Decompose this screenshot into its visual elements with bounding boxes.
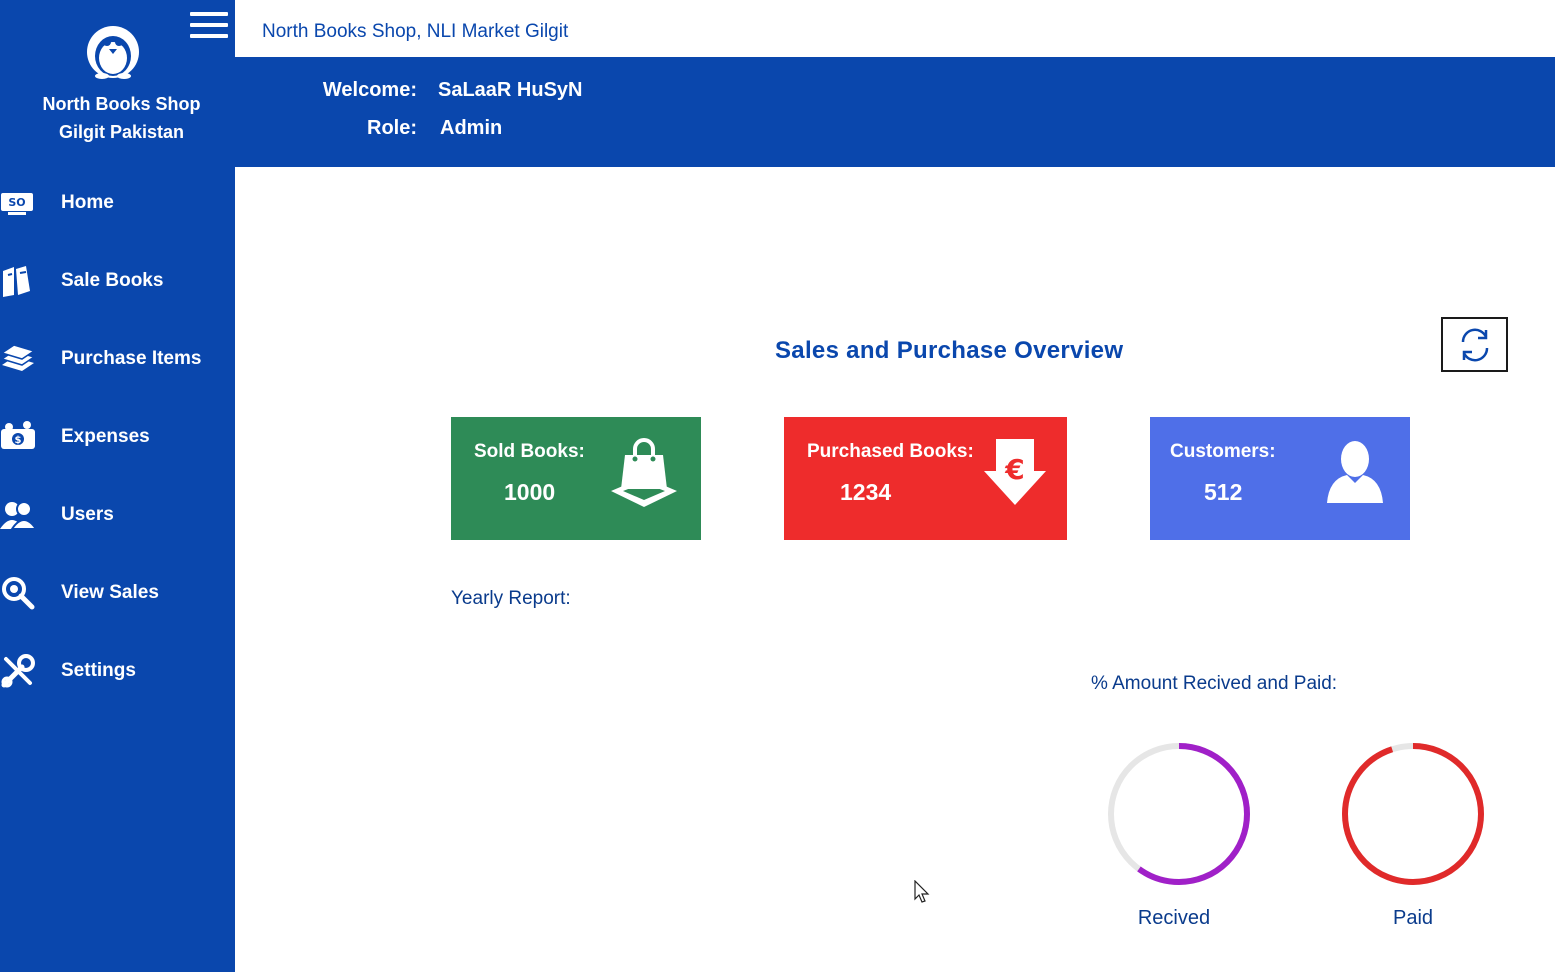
sidebar-nav: SO Home Sale Books Purchase Items $ Expe… (0, 164, 235, 710)
customers-label: Customers: (1170, 441, 1276, 462)
sidebar-item-label: Settings (61, 660, 136, 681)
purchased-books-card: Purchased Books: 1234 € (784, 417, 1067, 540)
welcome-value: SaLaaR HuSyN (438, 79, 583, 101)
shop-title: North Books Shop, NLI Market Gilgit (262, 21, 569, 42)
main-content: Sales and Purchase Overview Sold Books: … (235, 167, 1555, 972)
brand-name: North Books Shop Gilgit Pakistan (0, 90, 243, 146)
role-value: Admin (440, 117, 503, 139)
sidebar-item-view-sales[interactable]: View Sales (0, 554, 235, 632)
sidebar-item-label: View Sales (61, 582, 159, 603)
role-row: Role: Admin (235, 117, 835, 145)
welcome-row: Welcome: SaLaaR HuSyN (235, 79, 835, 107)
user-info-bar: Welcome: SaLaaR HuSyN Role: Admin (235, 57, 1555, 167)
paid-gauge-arc (1342, 743, 1484, 885)
customers-card: Customers: 512 (1150, 417, 1410, 540)
hamburger-menu-icon[interactable] (190, 12, 228, 42)
top-bar: North Books Shop, NLI Market Gilgit (235, 0, 1555, 57)
sidebar-item-label: Purchase Items (61, 348, 202, 369)
users-icon (0, 497, 38, 533)
penguin-logo-icon (84, 18, 142, 80)
user-icon (1325, 439, 1385, 510)
shopping-bag-icon (609, 437, 679, 514)
sidebar-item-sale-books[interactable]: Sale Books (0, 242, 235, 320)
amount-percentage-title: % Amount Recived and Paid: (1091, 673, 1338, 694)
brand-line-1: North Books Shop (42, 94, 201, 114)
role-label: Role: (367, 117, 417, 139)
sidebar-item-label: Expenses (61, 426, 150, 447)
view-sales-icon (0, 575, 36, 611)
sold-books-label: Sold Books: (474, 441, 585, 462)
sidebar-item-purchase-items[interactable]: Purchase Items (0, 320, 235, 398)
sidebar-item-label: Sale Books (61, 270, 164, 291)
purchased-books-label: Purchased Books: (807, 441, 974, 462)
paid-gauge (1338, 739, 1488, 889)
purchased-books-value: 1234 (840, 479, 892, 505)
refresh-button[interactable] (1441, 317, 1508, 372)
euro-down-arrow-icon: € (982, 439, 1048, 512)
customers-value: 512 (1204, 479, 1243, 505)
sidebar-item-expenses[interactable]: $ Expenses (0, 398, 235, 476)
received-gauge (1104, 739, 1254, 889)
svg-text:SO: SO (8, 196, 25, 209)
page-title: Sales and Purchase Overview (775, 337, 1124, 364)
brand-line-2: Gilgit Pakistan (58, 122, 185, 142)
paid-gauge-label: Paid (1392, 907, 1434, 929)
purchase-items-icon (0, 341, 36, 377)
sold-books-value: 1000 (504, 479, 556, 505)
settings-icon (0, 653, 36, 689)
sidebar-item-users[interactable]: Users (0, 476, 235, 554)
received-gauge-label: Recived (1137, 907, 1211, 929)
sale-books-icon (0, 263, 36, 299)
sidebar-item-label: Users (61, 504, 114, 525)
mouse-cursor-icon (914, 879, 930, 904)
svg-text:€: € (1004, 453, 1024, 486)
sidebar-item-settings[interactable]: Settings (0, 632, 235, 710)
sidebar-item-home[interactable]: SO Home (0, 164, 235, 242)
sidebar-item-label: Home (61, 192, 114, 213)
expenses-icon: $ (0, 419, 36, 455)
sidebar: North Books Shop Gilgit Pakistan SO Home (0, 0, 235, 972)
home-icon: SO (0, 185, 36, 221)
refresh-icon (1461, 328, 1488, 361)
svg-text:$: $ (15, 435, 22, 446)
yearly-report-label: Yearly Report: (451, 588, 571, 609)
welcome-label: Welcome: (322, 79, 417, 101)
sold-books-card: Sold Books: 1000 (451, 417, 701, 540)
app-window: North Books Shop Gilgit Pakistan SO Home (0, 0, 1555, 972)
